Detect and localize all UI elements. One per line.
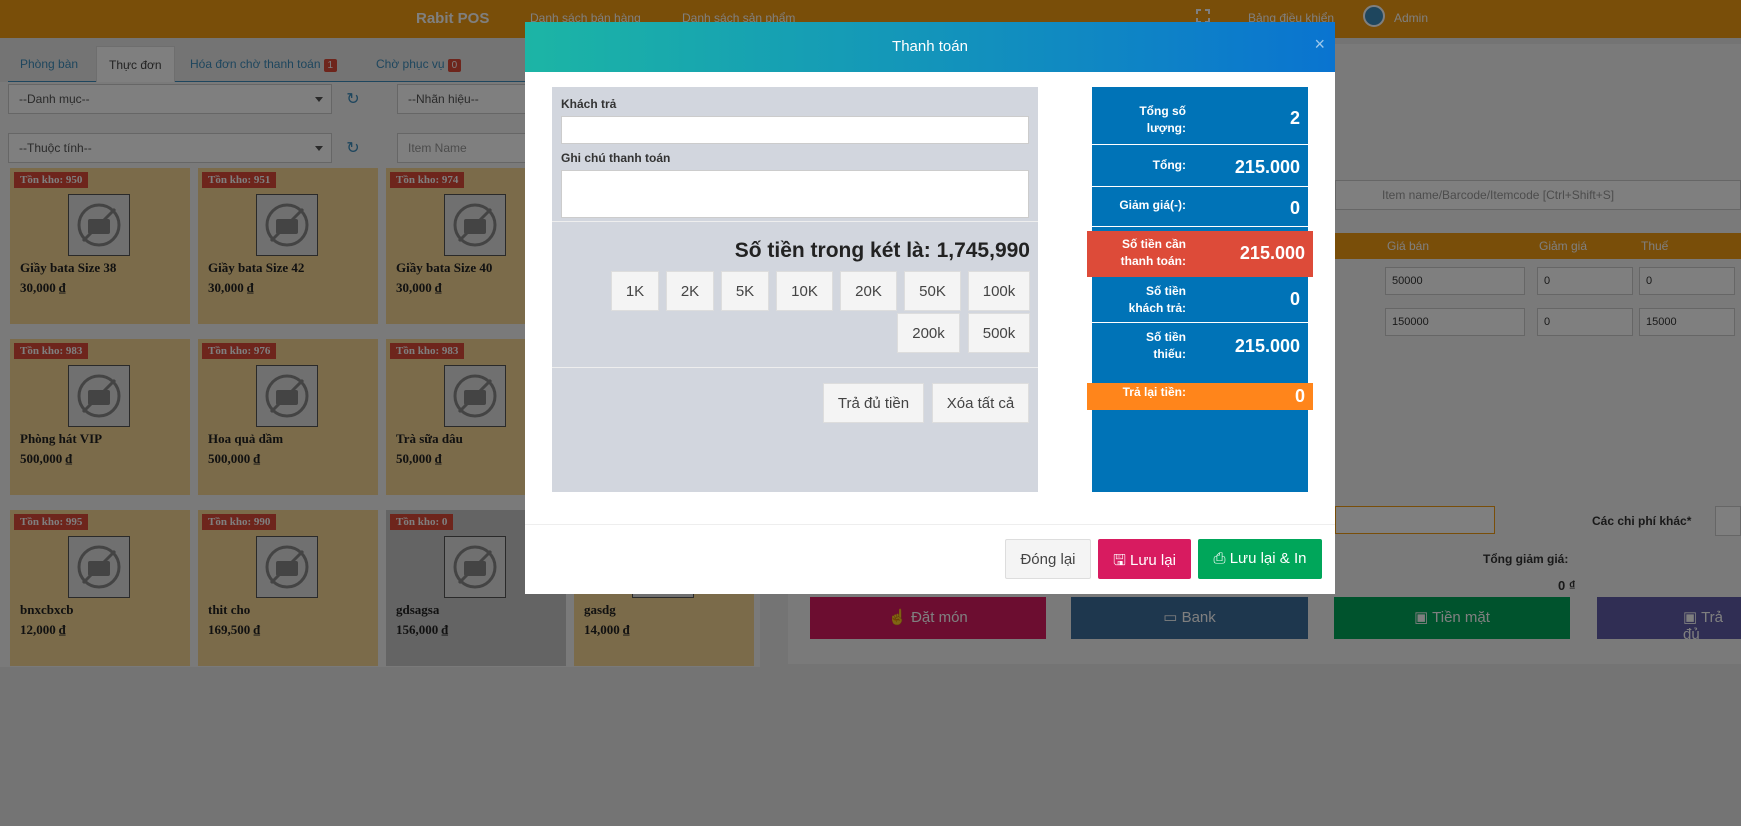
divider [525, 524, 1335, 525]
divider [552, 367, 1038, 368]
payment-modal: Thanh toán × Khách trả Ghi chú thanh toá… [525, 22, 1335, 594]
payment-summary: Tổng số lượng: 2 Tổng: 215.000 Giảm giá(… [1087, 87, 1313, 492]
quick-amount-5k[interactable]: 5K [721, 271, 769, 311]
payment-note-textarea[interactable] [561, 170, 1029, 218]
printer-icon: ⎙ [1213, 550, 1230, 567]
summary-label: Tổng số lượng: [1139, 104, 1186, 135]
summary-amount-due: Số tiền cần thanh toán: 215.000 [1087, 231, 1313, 277]
summary-value: 0 [1289, 198, 1300, 218]
modal-title: Thanh toán [892, 38, 968, 55]
summary-total-qty: Tổng số lượng: 2 [1092, 87, 1308, 145]
summary-value: 0 [1289, 289, 1300, 309]
cash-in-drawer: Số tiền trong két là: 1,745,990 [735, 239, 1030, 263]
customer-pay-input[interactable] [561, 116, 1029, 144]
save-button[interactable]: 🖫 Lưu lại [1098, 539, 1191, 579]
floppy-icon: 🖫 [1113, 552, 1131, 569]
summary-total: Tổng: 215.000 [1092, 145, 1308, 187]
payment-note-label: Ghi chú thanh toán [561, 151, 671, 165]
close-icon[interactable]: × [1314, 34, 1325, 55]
quick-amount-100k[interactable]: 100k [968, 271, 1030, 311]
summary-value: 215.000 [1234, 336, 1300, 356]
summary-label: Giảm giá(-): [1119, 198, 1186, 212]
cash-in-drawer-value: 1,745,990 [936, 239, 1030, 262]
clear-all-button[interactable]: Xóa tất cả [932, 383, 1029, 423]
payment-input-panel: Khách trả Ghi chú thanh toán Số tiền tro… [552, 87, 1038, 492]
customer-pay-label: Khách trả [561, 97, 617, 111]
divider [552, 221, 1038, 222]
summary-label: Tổng: [1152, 158, 1186, 172]
summary-value: 215.000 [1239, 243, 1305, 263]
summary-value: 215.000 [1234, 157, 1300, 177]
summary-label: Trả lại tiền: [1122, 385, 1186, 399]
cash-in-drawer-label: Số tiền trong két là: [734, 239, 931, 262]
quick-amount-10k[interactable]: 10K [776, 271, 833, 311]
summary-label: Số tiền thiếu: [1145, 330, 1186, 361]
summary-change: Trả lại tiền: 0 [1087, 383, 1313, 410]
pay-full-amount-button[interactable]: Trả đủ tiền [823, 383, 924, 423]
quick-amount-1k[interactable]: 1K [611, 271, 659, 311]
summary-label: Số tiền khách trả: [1128, 284, 1186, 315]
quick-amount-2k[interactable]: 2K [666, 271, 714, 311]
quick-amount-20k[interactable]: 20K [840, 271, 897, 311]
summary-value: 0 [1294, 386, 1305, 406]
summary-label: Số tiền cần thanh toán: [1120, 237, 1186, 268]
quick-amount-200k[interactable]: 200k [897, 313, 960, 353]
summary-customer-paid: Số tiền khách trả: 0 [1092, 277, 1308, 323]
close-button-label: Đóng lại [1020, 551, 1076, 568]
quick-amount-500k[interactable]: 500k [968, 313, 1030, 353]
modal-header: Thanh toán × [525, 22, 1335, 72]
save-button-label: Lưu lại [1130, 552, 1176, 569]
save-print-button[interactable]: ⎙ Lưu lại & In [1198, 539, 1322, 579]
close-button[interactable]: Đóng lại [1005, 539, 1091, 579]
summary-value: 2 [1289, 108, 1300, 128]
save-print-button-label: Lưu lại & In [1229, 550, 1307, 567]
summary-discount: Giảm giá(-): 0 [1092, 187, 1308, 227]
summary-missing: Số tiền thiếu: 215.000 [1092, 323, 1308, 369]
quick-amount-50k[interactable]: 50K [904, 271, 961, 311]
